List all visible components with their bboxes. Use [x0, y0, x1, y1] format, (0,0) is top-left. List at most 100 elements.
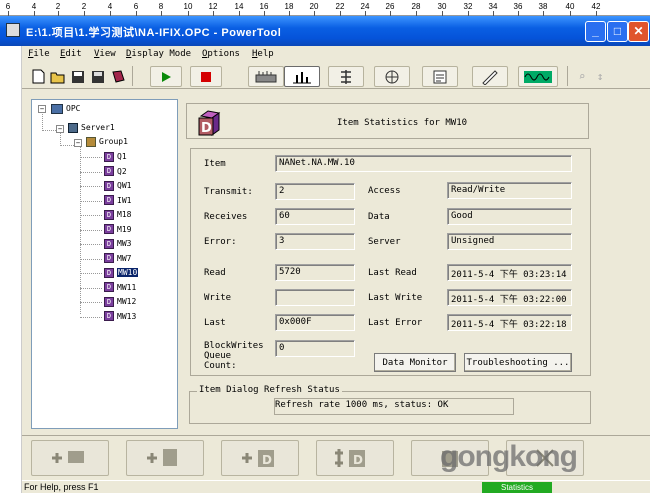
tree-node-item[interactable]: D M18	[80, 208, 132, 221]
group-folder-icon	[86, 136, 96, 147]
collapse-toggle-server[interactable]: −	[56, 125, 64, 133]
ruler-tick-label: 18	[284, 2, 294, 11]
ruler-tick-label: 32	[463, 2, 473, 11]
d-tag-icon: D	[198, 110, 221, 136]
data-monitor-button[interactable]: Data Monitor	[374, 353, 456, 372]
ruler-tick-label: 6	[5, 2, 11, 11]
tree-node-server1[interactable]: Server1	[68, 121, 115, 134]
menu-display-mode[interactable]: Display Mode	[126, 49, 191, 59]
scan-device-icon[interactable]	[248, 66, 284, 87]
open-folder-icon[interactable]	[50, 66, 66, 87]
server-label: Server	[368, 237, 401, 247]
svg-text:D: D	[353, 453, 363, 467]
tree-item-label: Q1	[117, 152, 127, 161]
status-bar: For Help, press F1 Statistics	[22, 480, 650, 493]
tree-node-item[interactable]: D MW3	[80, 237, 131, 250]
collapse-toggle-group[interactable]: −	[74, 139, 82, 147]
ruler-tick-label: 12	[208, 2, 218, 11]
item-field[interactable]: NANet.NA.MW.10	[275, 155, 572, 172]
tree-node-item[interactable]: D Q2	[80, 165, 127, 178]
tag-d-icon: D	[104, 282, 114, 292]
app-root: 6 4 2 2 4 6 8 10 12 14 16 18 20 22 24 26 28 30 32 34 36 38 40 4…	[0, 0, 650, 493]
window-title-bar[interactable]: E:\1.项目\1.学习测试\NA-IFIX.OPC - PowerTool _…	[0, 16, 650, 46]
server-type-field[interactable]: Unsigned	[447, 233, 572, 250]
read-label: Read	[204, 268, 226, 278]
channel-icon[interactable]	[328, 66, 364, 87]
stop-button[interactable]	[190, 66, 222, 87]
item-details-frame: Item NANet.NA.MW.10 Transmit: 2 Access R…	[190, 148, 591, 376]
collapse-toggle-opc[interactable]: −	[38, 105, 46, 113]
tree-node-opc[interactable]: OPC	[51, 102, 80, 115]
last-read-field[interactable]: 2011-5-4 下午 03:23:14	[447, 264, 572, 281]
read-field[interactable]: 5720	[275, 264, 355, 281]
tree-node-item[interactable]: D QW1	[80, 179, 131, 192]
tree-node-item[interactable]: D IW1	[80, 194, 131, 207]
menu-view[interactable]: View	[94, 49, 116, 59]
write-pen-icon[interactable]	[472, 66, 508, 87]
toolbar: ⌕ ↕	[22, 63, 650, 89]
queue-label: Queue	[204, 351, 232, 361]
save-icon[interactable]	[70, 66, 86, 87]
save-all-icon[interactable]	[90, 66, 106, 87]
properties-icon[interactable]	[422, 66, 458, 87]
tree-node-item[interactable]: D MW12	[80, 295, 136, 308]
book-icon[interactable]	[110, 66, 126, 87]
new-file-icon[interactable]	[30, 66, 46, 87]
add-multiple-items-icon[interactable]: D	[316, 440, 394, 476]
top-ruler: 6 4 2 2 4 6 8 10 12 14 16 18 20 22 24 26 28 30 32 34 36 38 40 4…	[0, 0, 650, 16]
error-field[interactable]: 3	[275, 233, 355, 250]
minimize-button[interactable]: _	[585, 21, 606, 42]
menu-help[interactable]: Help	[252, 49, 274, 59]
data-label: Data	[368, 212, 390, 222]
tree-node-item[interactable]: D MW11	[80, 281, 136, 294]
ruler-tick-label: 16	[259, 2, 269, 11]
last-read-label: Last Read	[368, 268, 417, 278]
add-item-icon[interactable]: D	[221, 440, 299, 476]
data-quality-field[interactable]: Good	[447, 208, 572, 225]
receives-field[interactable]: 60	[275, 208, 355, 225]
last-error-field[interactable]: 2011-5-4 下午 03:22:18	[447, 314, 572, 331]
menu-file[interactable]: File	[28, 49, 50, 59]
tag-d-icon: D	[104, 224, 114, 234]
ruler-tick-label: 38	[538, 2, 548, 11]
network-icon[interactable]	[374, 66, 410, 87]
menu-bar: File Edit View Display Mode Options Help	[22, 46, 650, 63]
tag-d-icon: D	[104, 253, 114, 263]
add-server-icon[interactable]	[31, 440, 109, 476]
last-write-field[interactable]: 2011-5-4 下午 03:22:00	[447, 289, 572, 306]
start-button[interactable]	[150, 66, 182, 87]
maximize-button[interactable]: □	[607, 21, 628, 42]
tree-node-item[interactable]: D Q1	[80, 150, 127, 163]
ruler-tick-label: 42	[591, 2, 601, 11]
sort-icon[interactable]: ↕	[592, 66, 608, 87]
write-field[interactable]	[275, 289, 355, 306]
tree-node-item[interactable]: D MW7	[80, 252, 132, 265]
tree-node-item[interactable]: D MW10	[80, 266, 139, 279]
tree-item-label: M18	[117, 210, 132, 219]
blockwrites-field[interactable]: 0	[275, 340, 355, 357]
left-edge-strip	[0, 46, 22, 493]
troubleshooting-button[interactable]: Troubleshooting ...	[464, 353, 572, 372]
menu-options[interactable]: Options	[202, 49, 240, 59]
tree-node-group1[interactable]: Group1	[86, 135, 128, 148]
tree-node-item[interactable]: D MW13	[80, 310, 136, 323]
add-group-icon[interactable]	[126, 440, 204, 476]
last-field[interactable]: 0x000F	[275, 314, 355, 331]
access-field[interactable]: Read/Write	[447, 182, 572, 199]
statistics-bar-chart-icon[interactable]	[284, 66, 320, 87]
signal-monitor-icon[interactable]	[518, 66, 558, 87]
tree-item-label: M19	[117, 224, 132, 234]
server-computer-icon	[68, 122, 78, 133]
ruler-tick-label: 26	[385, 2, 395, 11]
ruler-tick-label: 20	[309, 2, 319, 11]
find-icon[interactable]: ⌕	[574, 66, 590, 87]
tree-item-label: MW7	[117, 253, 132, 263]
transmit-field[interactable]: 2	[275, 183, 355, 200]
menu-edit[interactable]: Edit	[60, 49, 82, 59]
ruler-tick-label: 14	[234, 2, 244, 11]
tag-d-icon: D	[104, 296, 114, 307]
close-button[interactable]: ✕	[628, 21, 649, 42]
tag-d-icon: D	[104, 267, 114, 278]
server-tree-view[interactable]: − OPC − Server1 − Group1 D Q1 D Q2 D QW1 D IW1 D…	[31, 99, 178, 429]
tree-node-item[interactable]: D M19	[80, 223, 132, 236]
